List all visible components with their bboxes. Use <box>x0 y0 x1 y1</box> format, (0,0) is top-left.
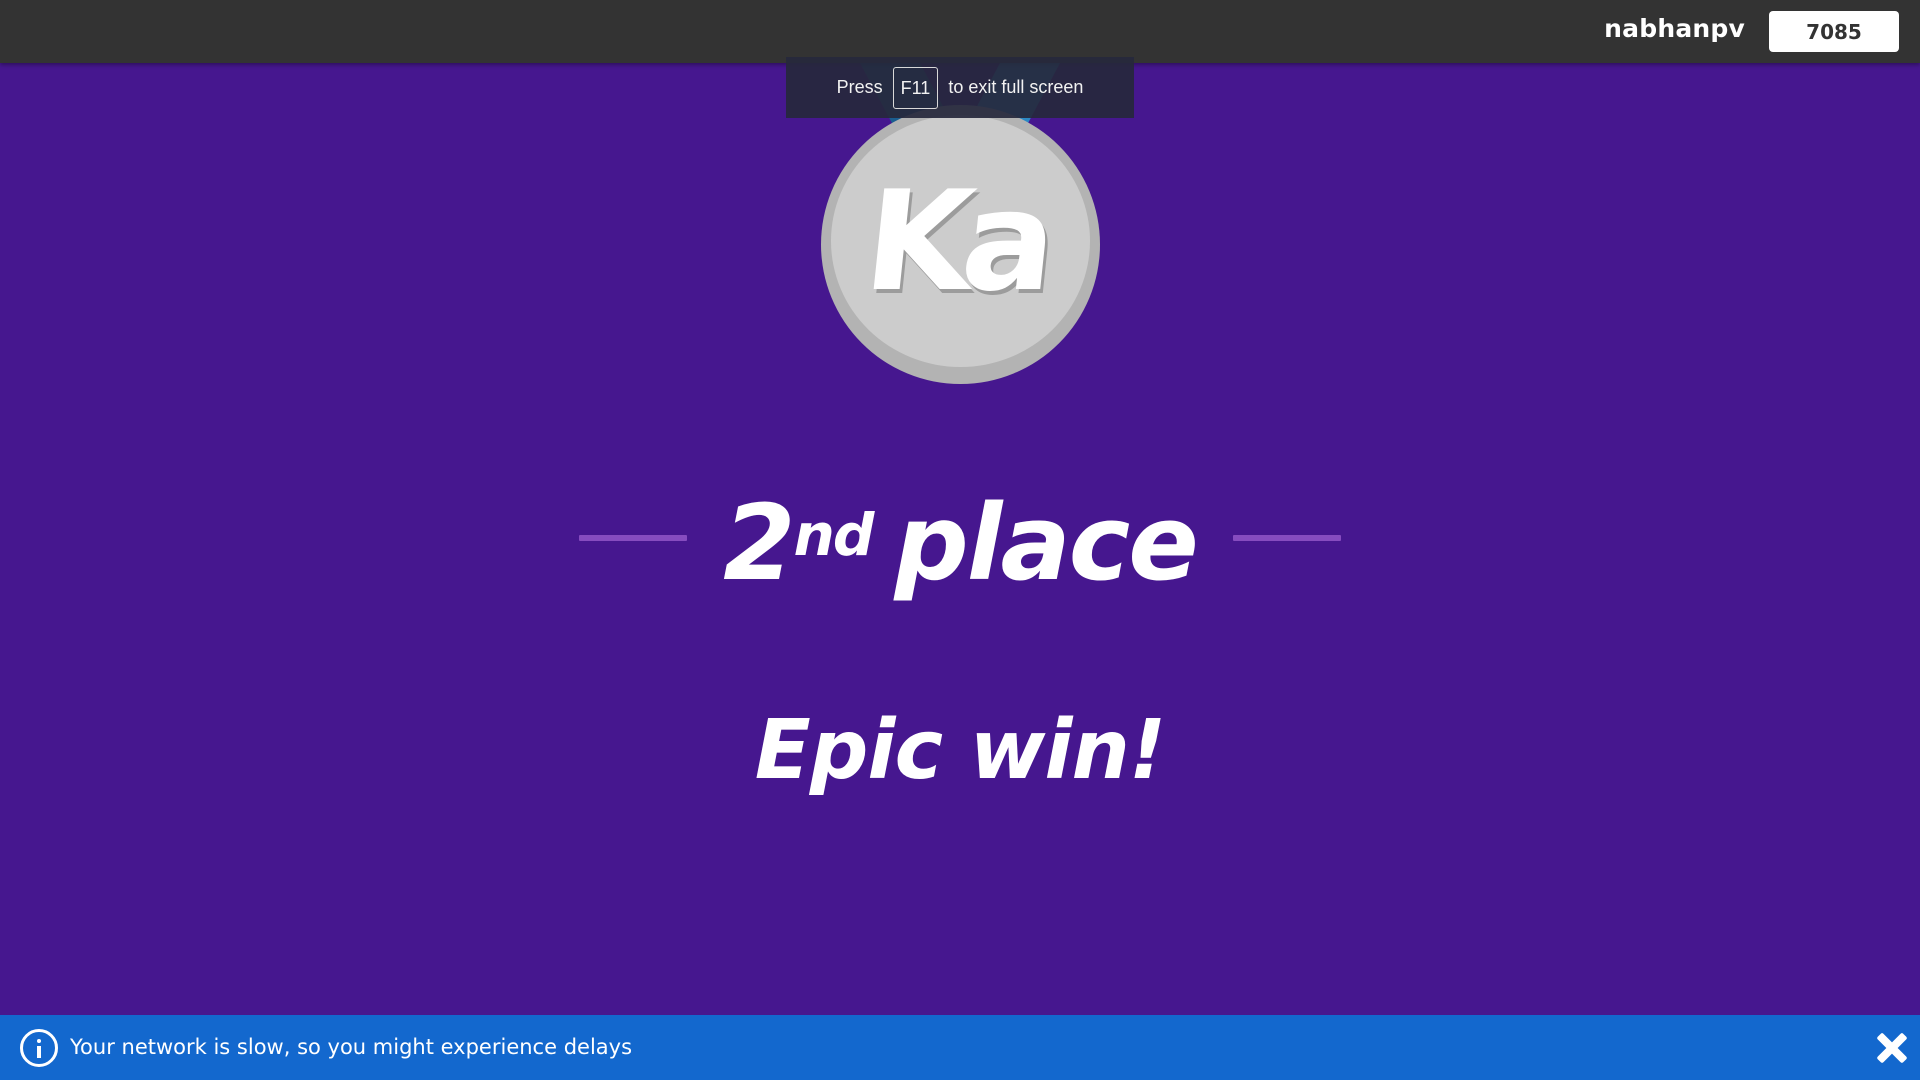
silver-medal: Ka <box>821 105 1100 384</box>
close-icon[interactable] <box>1874 1030 1910 1066</box>
network-warning-banner: Your network is slow, so you might exper… <box>0 1015 1920 1080</box>
right-divider <box>1233 535 1341 541</box>
fullscreen-toast-prefix: Press <box>836 77 883 97</box>
score-badge: 7085 <box>1769 11 1899 52</box>
network-warning-text: Your network is slow, so you might exper… <box>70 1035 633 1059</box>
medal-face: Ka <box>831 115 1090 367</box>
place-heading: 2nd place <box>579 483 1341 603</box>
medal-logo-text: Ka <box>858 160 1055 322</box>
fullscreen-toast: Press F11 to exit full screen <box>786 57 1134 118</box>
fullscreen-toast-suffix: to exit full screen <box>948 77 1084 97</box>
info-icon <box>20 1029 58 1067</box>
place-suffix: nd <box>793 501 875 569</box>
place-row: 2nd place <box>579 475 1341 615</box>
place-word: place <box>894 482 1198 604</box>
place-number: 2 <box>723 482 795 604</box>
result-message: Epic win! <box>754 703 1167 798</box>
podium-stage: Ka 2nd place Epic win! <box>0 63 1920 1015</box>
top-bar: nabhanpv 7085 <box>0 0 1920 63</box>
player-name: nabhanpv <box>1604 14 1745 43</box>
f11-key: F11 <box>892 66 939 109</box>
